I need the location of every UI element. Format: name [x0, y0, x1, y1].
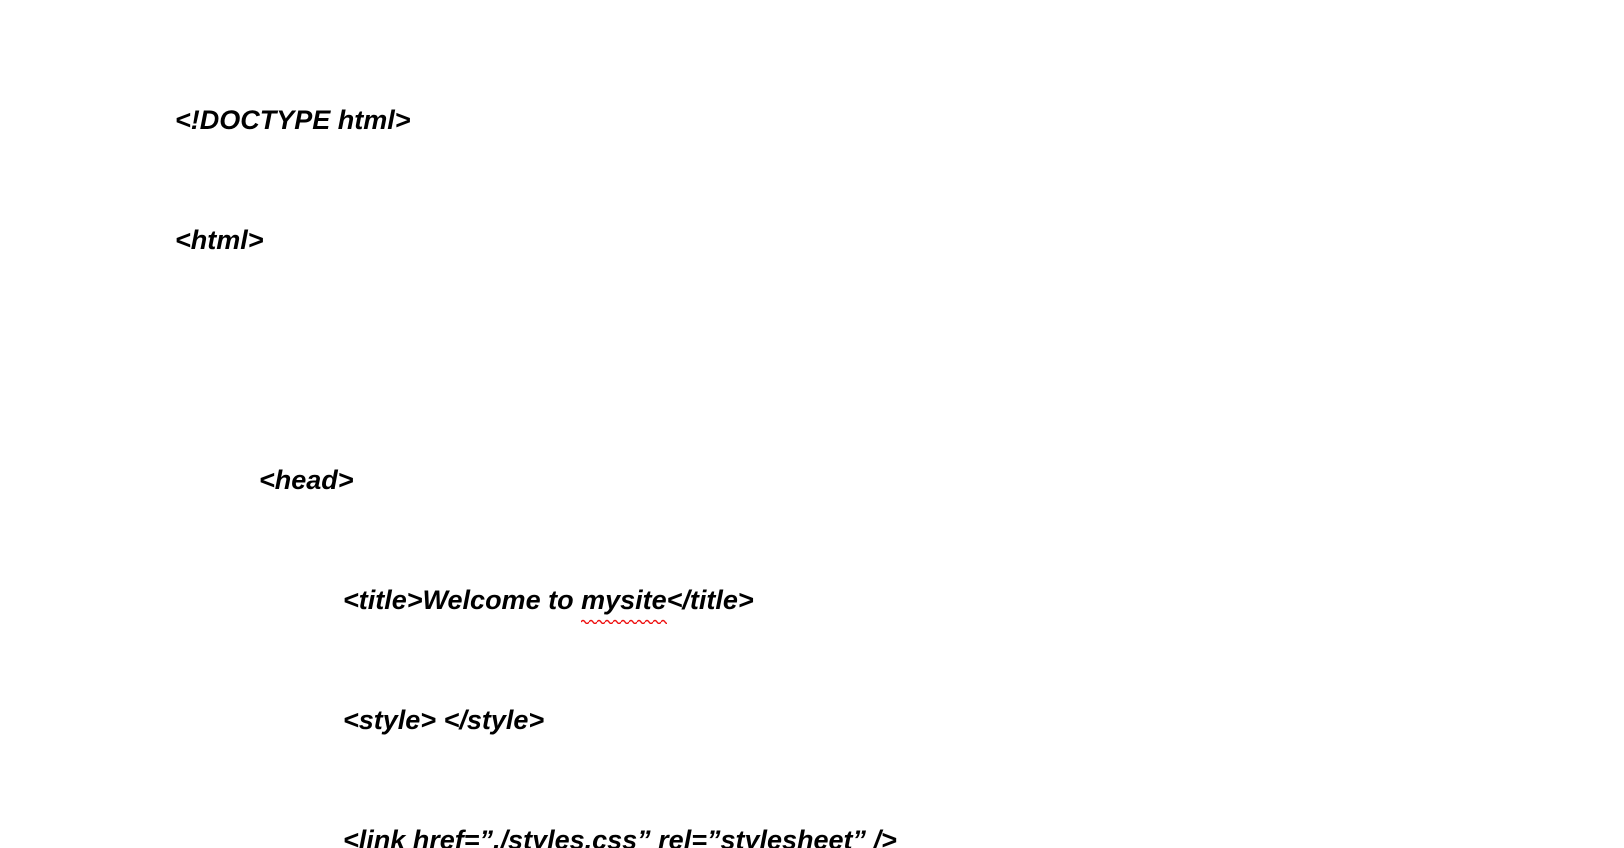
code-text: </title> — [667, 585, 754, 615]
spellcheck-word: mysite — [581, 580, 667, 620]
code-text: <title>Welcome to — [343, 585, 581, 615]
code-document: <!DOCTYPE html> <html> <head> <title>Wel… — [0, 0, 1624, 848]
code-line: <head> — [175, 460, 1624, 500]
code-line: <style> </style> — [175, 700, 1624, 740]
code-line: <title>Welcome to mysite</title> — [175, 580, 1624, 620]
code-line: <!DOCTYPE html> — [175, 100, 1624, 140]
code-line: <html> — [175, 220, 1624, 260]
code-line: <link href=”./styles.css” rel=”styleshee… — [175, 820, 1624, 848]
blank-line — [175, 340, 1624, 380]
